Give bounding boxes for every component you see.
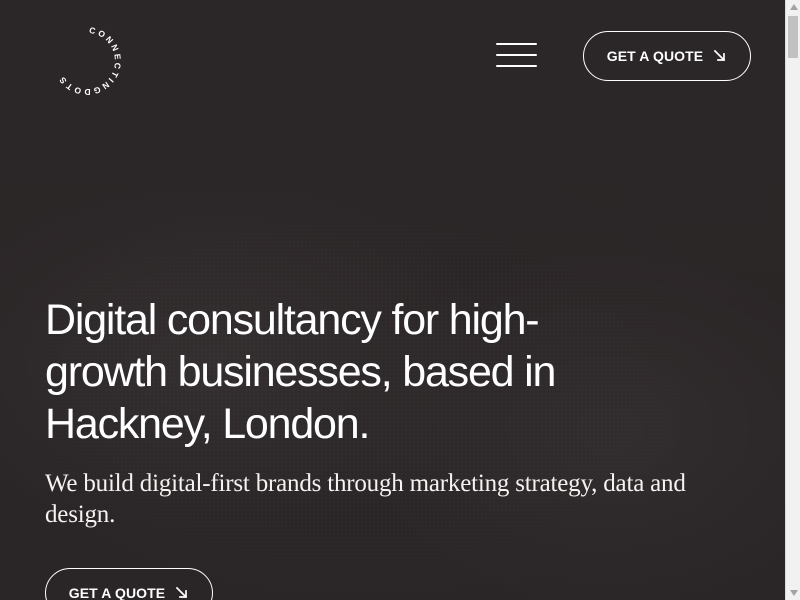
hero-get-a-quote-label: GET A QUOTE [68,585,166,600]
hero-subtitle: We build digital-first brands through ma… [45,470,686,528]
vertical-scrollbar[interactable] [785,0,800,600]
menu-button[interactable] [496,40,538,70]
logo-circular-text: CONNECTINGDOTS [56,27,122,95]
scrollbar-thumb[interactable] [788,16,798,58]
landing-page: CONNECTINGDOTS GET A QUOTE Digital consu… [0,0,785,600]
hamburger-menu-icon [496,43,537,45]
hero-section: Digital consultancy for high-growth busi… [45,294,695,530]
header-get-a-quote-label: GET A QUOTE [606,48,704,64]
hamburger-menu-icon-middle-line [496,54,537,56]
arrow-down-right-icon [176,586,188,599]
scroll-down-arrow-icon[interactable] [790,590,798,596]
hero-title: Digital consultancy for high-growth busi… [45,296,556,448]
header-get-a-quote-button[interactable]: GET A QUOTE [583,31,751,81]
scroll-up-arrow-icon[interactable] [790,4,798,10]
arrow-down-right-icon [714,49,726,62]
connectingdots-logo[interactable]: CONNECTINGDOTS [52,27,122,95]
hamburger-menu-icon-bottom-line [496,65,537,67]
hero-get-a-quote-button[interactable]: GET A QUOTE [45,568,213,600]
logo-wordmark: CONNECTINGDOTS [56,27,122,95]
